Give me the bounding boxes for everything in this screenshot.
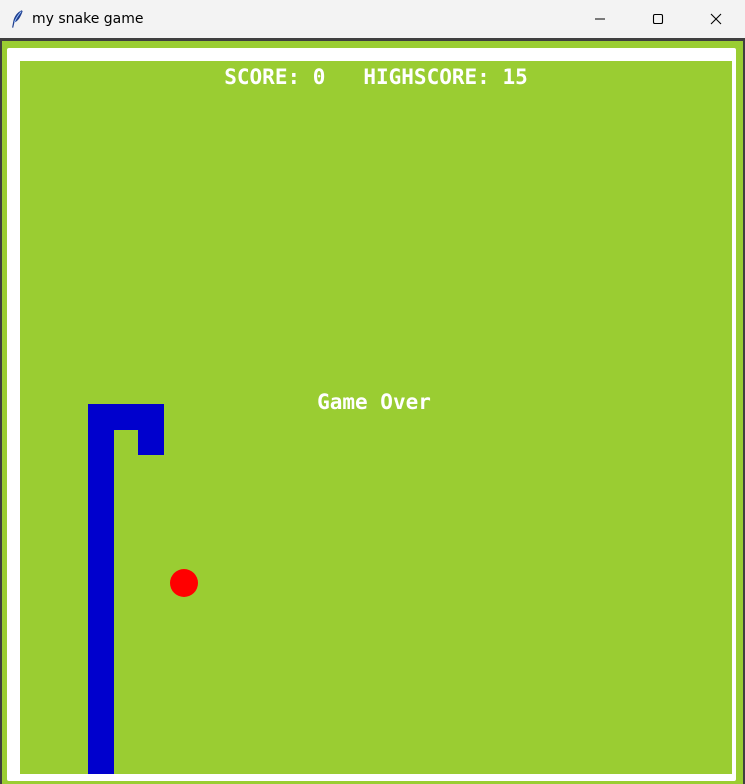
maximize-button[interactable] [629,0,687,38]
close-icon [710,10,722,29]
game-board[interactable]: SCORE: 0 HIGHSCORE: 15 Game Over [20,61,732,774]
score-label-text: SCORE: [224,65,301,89]
minimize-button[interactable] [571,0,629,38]
food-dot [170,569,198,597]
highscore-value: 15 [502,65,528,89]
close-button[interactable] [687,0,745,38]
game-window: my snake game SCORE: 0 HIGHSCORE: 15 Gam… [0,0,745,784]
score-label: SCORE: 0 HIGHSCORE: 15 [20,64,732,90]
feather-icon [10,9,24,29]
minimize-icon [594,10,606,29]
highscore-label-text: HIGHSCORE: [363,65,490,89]
snake-segment-vertical-tail [88,404,114,774]
window-title: my snake game [32,11,144,27]
maximize-icon [652,10,664,29]
score-value: 0 [312,65,326,89]
snake-segment-head [138,404,164,455]
title-bar[interactable]: my snake game [0,0,745,38]
